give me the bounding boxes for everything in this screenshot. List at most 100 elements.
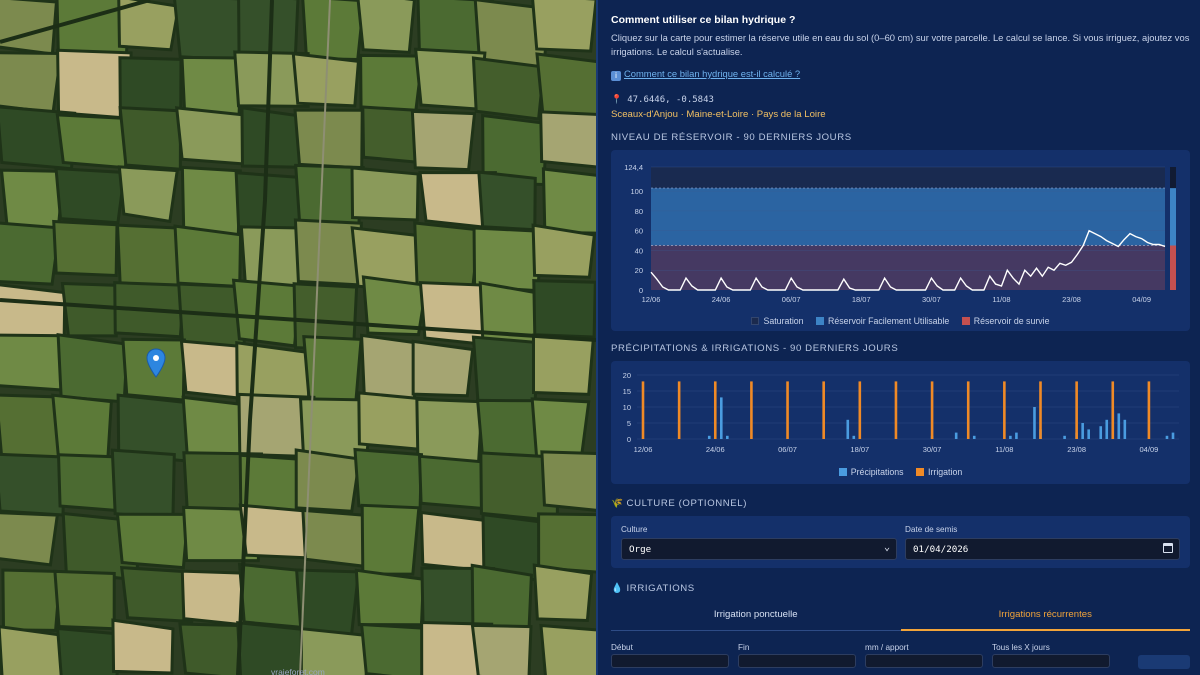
precip-bar	[972, 435, 976, 439]
reservoir-legend: Saturation Réservoir Facilement Utilisab…	[611, 316, 1190, 326]
field-parcel	[413, 221, 481, 293]
field-parcel	[293, 108, 364, 170]
field-parcel	[117, 165, 179, 224]
tab-irrigations-recurrentes[interactable]: Irrigations récurrentes	[900, 604, 1190, 631]
precip-bar	[707, 435, 711, 439]
legend-irrigation: Irrigation	[916, 467, 962, 477]
precip-bar	[1009, 435, 1012, 439]
satellite-map[interactable]	[0, 0, 596, 675]
precip-bar	[1087, 429, 1090, 439]
sowing-date-input[interactable]: 01/04/2026	[905, 538, 1180, 560]
gauge-saturation	[1170, 167, 1176, 189]
field-parcel	[115, 512, 190, 570]
irrigation-bar	[677, 381, 681, 439]
field-parcel	[356, 0, 416, 54]
y-tick-label: 20	[635, 266, 643, 275]
watermark: vraieforet.com	[271, 667, 325, 675]
every-x-days-label: Tous les X jours	[992, 643, 1050, 652]
location-marker-icon[interactable]	[146, 348, 166, 378]
irrigation-bar	[1075, 381, 1078, 439]
irrigation-bar	[1039, 381, 1042, 439]
every-x-days-input[interactable]	[992, 654, 1110, 668]
legend-label: Irrigation	[928, 467, 963, 477]
calculation-help-link[interactable]: i Comment ce bilan hydrique est-il calcul…	[611, 68, 1190, 81]
calendar-icon[interactable]	[1163, 543, 1173, 553]
field-parcel	[174, 106, 249, 166]
legend-label: Réservoir de survie	[973, 316, 1050, 326]
field-parcel	[471, 56, 546, 121]
field-parcel	[54, 166, 127, 225]
legend-survival: Réservoir de survie	[961, 316, 1050, 326]
y-tick-label: 40	[635, 246, 643, 255]
precip-bar	[726, 435, 729, 439]
start-input[interactable]	[611, 654, 729, 668]
irrigation-bar	[1111, 381, 1115, 439]
field-parcel	[111, 618, 175, 675]
field-parcel	[173, 0, 244, 62]
place-name: Sceaux-d'Anjou · Maine-et-Loire · Pays d…	[611, 109, 826, 120]
gauge-ru	[1170, 188, 1176, 246]
start-field: Début	[611, 643, 729, 668]
field-parcel	[410, 109, 477, 172]
x-tick-label: 11/08	[995, 445, 1013, 454]
y-tick-label: 60	[635, 227, 643, 236]
zone-1	[651, 188, 1165, 246]
precip-bar	[954, 432, 958, 439]
field-parcel	[294, 448, 362, 513]
end-label: Fin	[738, 643, 750, 652]
satellite-imagery	[0, 0, 596, 675]
irrigation-tabs: Irrigation ponctuelle Irrigations récurr…	[611, 604, 1190, 631]
precip-bar	[852, 435, 856, 439]
precip-bar	[846, 419, 850, 439]
field-parcel	[532, 563, 594, 623]
plant-icon: 🌾	[611, 498, 624, 509]
irrigation-bar	[641, 381, 645, 439]
field-parcel	[531, 223, 596, 279]
zone-0	[651, 167, 1165, 189]
tab-irrigation-ponctuelle[interactable]: Irrigation ponctuelle	[611, 604, 901, 630]
mm-field: mm / apport	[865, 643, 983, 668]
field-parcel	[110, 448, 176, 522]
culture-select[interactable]: Orge ⌄	[621, 538, 897, 560]
field-parcel	[470, 563, 533, 629]
field-parcel	[532, 279, 596, 339]
field-parcel	[539, 110, 596, 169]
precip-bar	[1099, 426, 1103, 439]
precip-legend: Précipitations Irrigation	[611, 467, 1190, 477]
field-parcel	[51, 393, 113, 460]
chevron-down-icon: ⌄	[883, 542, 890, 553]
x-tick-label: 23/08	[1067, 445, 1086, 454]
field-parcel	[52, 219, 119, 278]
x-tick-label: 12/06	[642, 295, 661, 304]
x-tick-label: 18/07	[852, 295, 871, 304]
field-parcel	[470, 623, 533, 675]
mm-input[interactable]	[865, 654, 983, 668]
sowing-date-field: Date de semis 01/04/2026	[905, 525, 1180, 560]
y-tick-label: 0	[627, 435, 631, 444]
x-tick-label: 12/06	[634, 445, 653, 454]
precip-bar	[1033, 407, 1036, 439]
field-parcel	[415, 397, 484, 465]
add-recurrent-button[interactable]	[1138, 655, 1190, 669]
field-parcel	[231, 278, 303, 348]
reservoir-chart-card: 0 20 40 60 80 100 124,4 12/06 24/06 06/07 18/07 30/…	[611, 150, 1190, 331]
coordinates: 📍 47.6446, -0.5843	[611, 95, 1190, 105]
field-parcel	[56, 333, 129, 404]
mm-label: mm / apport	[865, 643, 909, 652]
legend-label: Saturation	[763, 316, 804, 326]
precip-chart-card: 0 5 10 15 20 12/06 24/06 06/07 18/07 30/07 11/08 23…	[611, 361, 1190, 484]
field-parcel	[60, 281, 121, 338]
field-parcel	[359, 53, 425, 116]
x-tick-label: 18/07	[850, 445, 869, 454]
field-parcel	[0, 51, 63, 115]
map-pin-icon: 📍	[611, 95, 623, 105]
help-link-label: Comment ce bilan hydrique est-il calculé…	[624, 68, 801, 79]
field-parcel	[0, 221, 62, 286]
field-parcel	[539, 623, 596, 675]
end-input[interactable]	[738, 654, 856, 668]
y-tick-label: 124,4	[624, 163, 643, 172]
irrigation-bar	[1003, 381, 1006, 439]
precip-section-title: PRÉCIPITATIONS & IRRIGATIONS - 90 DERNIE…	[611, 343, 899, 354]
field-parcel	[173, 224, 243, 289]
water-balance-panel: Comment utiliser ce bilan hydrique ? Cli…	[596, 0, 1200, 675]
